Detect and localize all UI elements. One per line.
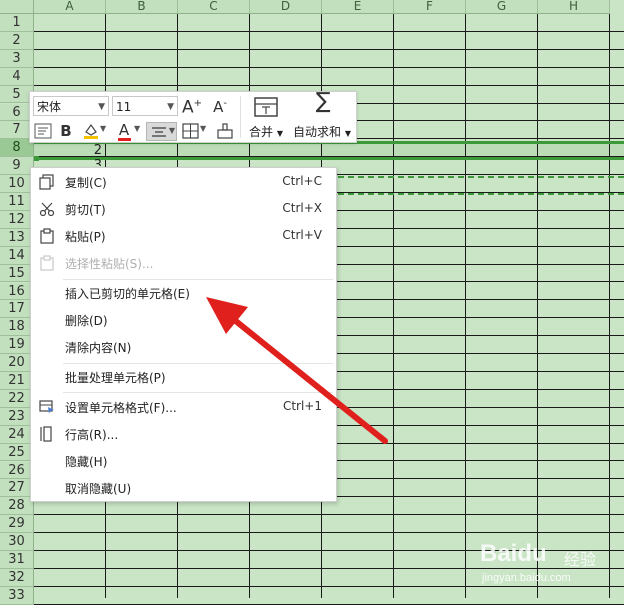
watermark-cn: 经验 — [564, 550, 597, 569]
annotation-arrow — [206, 297, 388, 444]
baidu-watermark: Baidu 经验 jingyan.baidu.com — [480, 540, 620, 596]
watermark-url: jingyan.baidu.com — [482, 572, 571, 584]
arrow-shaft — [229, 315, 388, 444]
watermark-brand: Baidu — [480, 540, 547, 567]
